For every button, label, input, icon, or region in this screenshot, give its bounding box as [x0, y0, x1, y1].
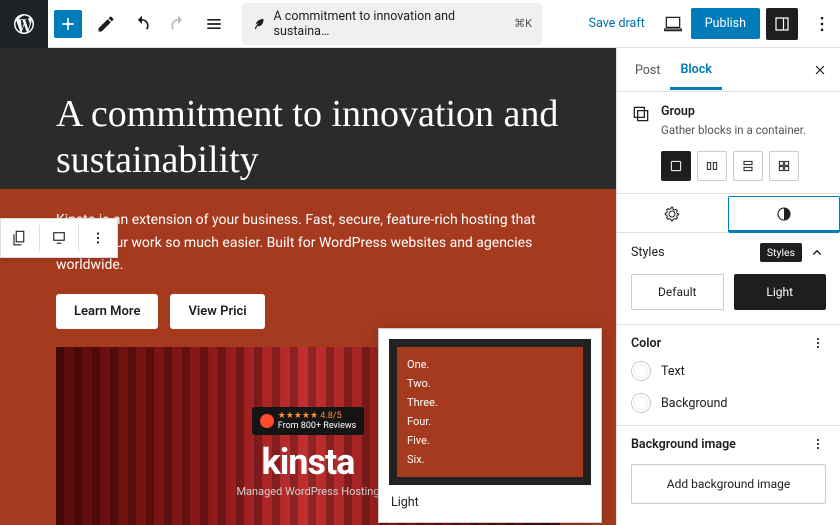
- style-preview-label: Light: [389, 485, 591, 512]
- color-heading: Color: [631, 336, 661, 351]
- row-layout-icon: [704, 158, 720, 174]
- kinsta-tagline: Managed WordPress Hosting: [236, 485, 379, 498]
- kinsta-logo: kinsta: [262, 441, 355, 483]
- color-panel-head: Color: [617, 325, 840, 355]
- review-rating: ★★★★★ 4.8/5: [278, 411, 357, 421]
- style-preview-popover: One. Two. Three. Four. Five. Six. Light: [378, 328, 602, 523]
- tab-block[interactable]: Block: [670, 50, 721, 90]
- undo-button[interactable]: [124, 6, 160, 42]
- review-badge: ★★★★★ 4.8/5 From 800+ Reviews: [252, 407, 365, 435]
- parent-block-button[interactable]: [1, 219, 39, 257]
- add-block-button[interactable]: [54, 10, 82, 38]
- redo-icon: [168, 14, 188, 34]
- tab-post[interactable]: Post: [625, 51, 670, 88]
- background-color-swatch: [631, 393, 651, 413]
- text-color-row[interactable]: Text: [617, 355, 840, 387]
- layout-stack-option[interactable]: [733, 151, 763, 181]
- panel-icon: [773, 15, 791, 33]
- preview-line: Three.: [407, 393, 573, 412]
- preview-line: One.: [407, 355, 573, 374]
- editor-canvas[interactable]: A commitment to innovation and sustainab…: [0, 48, 616, 525]
- preview-line: Five.: [407, 431, 573, 450]
- edit-tool-button[interactable]: [88, 6, 124, 42]
- styles-icon: [775, 205, 793, 223]
- save-draft-button[interactable]: Save draft: [579, 10, 655, 37]
- cta-row: Learn More View Prici: [56, 294, 560, 329]
- learn-more-button[interactable]: Learn More: [56, 294, 158, 329]
- hero-top-section: A commitment to innovation and sustainab…: [0, 48, 616, 189]
- pencil-icon: [96, 14, 116, 34]
- editor-workspace: A commitment to innovation and sustainab…: [0, 48, 840, 525]
- styles-section-head: Styles Styles: [617, 233, 840, 268]
- layout-grid-option[interactable]: [769, 151, 799, 181]
- feather-icon: [252, 17, 266, 31]
- undo-icon: [132, 14, 152, 34]
- stack-layout-icon: [740, 158, 756, 174]
- page-title[interactable]: A commitment to innovation and sustainab…: [56, 92, 560, 183]
- copy-icon: [11, 229, 29, 247]
- kebab-icon: [812, 14, 832, 34]
- block-toolbar: [0, 218, 118, 258]
- style-default-button[interactable]: Default: [631, 274, 724, 310]
- layout-variation-row: [661, 151, 826, 181]
- hero-subtitle[interactable]: Kinsta is an extension of your business.…: [56, 209, 536, 276]
- block-more-button[interactable]: [79, 219, 117, 257]
- block-description: Gather blocks in a container.: [661, 123, 806, 137]
- background-image-heading: Background image: [631, 437, 736, 452]
- style-variation-buttons: Default Light: [617, 268, 840, 325]
- preview-line: Four.: [407, 412, 573, 431]
- background-color-label: Background: [661, 396, 727, 411]
- style-preview-box: One. Two. Three. Four. Five. Six.: [389, 339, 591, 485]
- chevron-up-icon[interactable]: [808, 244, 826, 262]
- redo-button[interactable]: [160, 6, 196, 42]
- background-color-row[interactable]: Background: [617, 387, 840, 426]
- review-count: From 800+ Reviews: [278, 421, 357, 431]
- styles-tooltip: Styles: [760, 243, 802, 262]
- settings-sidebar-toggle[interactable]: [766, 8, 798, 40]
- document-title-bar[interactable]: A commitment to innovation and sustaina……: [242, 3, 542, 45]
- publish-button[interactable]: Publish: [691, 8, 760, 39]
- close-icon: [812, 62, 828, 78]
- layout-group-option[interactable]: [661, 151, 691, 181]
- kebab-icon: [89, 229, 107, 247]
- block-info-panel: Group Gather blocks in a container.: [617, 92, 840, 194]
- list-view-button[interactable]: [196, 6, 232, 42]
- close-sidebar-button[interactable]: [808, 58, 832, 82]
- gear-icon: [663, 205, 681, 223]
- more-options-button[interactable]: [804, 6, 840, 42]
- settings-sidebar: Post Block Group Gather blocks in a cont…: [616, 48, 840, 525]
- list-icon: [204, 14, 224, 34]
- layout-row-option[interactable]: [697, 151, 727, 181]
- view-pricing-button[interactable]: View Prici: [170, 294, 264, 329]
- add-background-image-button[interactable]: Add background image: [631, 464, 826, 504]
- style-light-button[interactable]: Light: [734, 274, 827, 310]
- background-image-head: Background image: [617, 426, 840, 456]
- text-color-swatch: [631, 361, 651, 381]
- preview-line: Six.: [407, 450, 573, 469]
- group-layout-icon: [668, 158, 684, 174]
- kebab-icon[interactable]: [810, 335, 826, 351]
- kebab-icon[interactable]: [810, 436, 826, 452]
- command-shortcut: ⌘K: [514, 17, 532, 30]
- desktop-icon: [663, 14, 683, 34]
- styles-tab[interactable]: [728, 196, 840, 232]
- text-color-label: Text: [661, 364, 685, 379]
- settings-styles-tabs: [617, 196, 840, 233]
- desktop-align-icon: [50, 229, 68, 247]
- styles-heading: Styles: [631, 245, 665, 260]
- editor-topbar: A commitment to innovation and sustaina……: [0, 0, 840, 48]
- preview-button[interactable]: [655, 6, 691, 42]
- group-block-icon: [631, 104, 651, 124]
- sidebar-tabs: Post Block: [617, 48, 840, 92]
- plus-icon: [58, 14, 78, 34]
- settings-tab[interactable]: [617, 196, 728, 232]
- block-name: Group: [661, 104, 806, 119]
- wp-logo[interactable]: [0, 0, 48, 48]
- align-button[interactable]: [40, 219, 78, 257]
- preview-line: Two.: [407, 374, 573, 393]
- g2-icon: [260, 414, 274, 428]
- wordpress-icon: [12, 12, 36, 36]
- grid-layout-icon: [776, 158, 792, 174]
- document-title-text: A commitment to innovation and sustaina…: [274, 9, 507, 39]
